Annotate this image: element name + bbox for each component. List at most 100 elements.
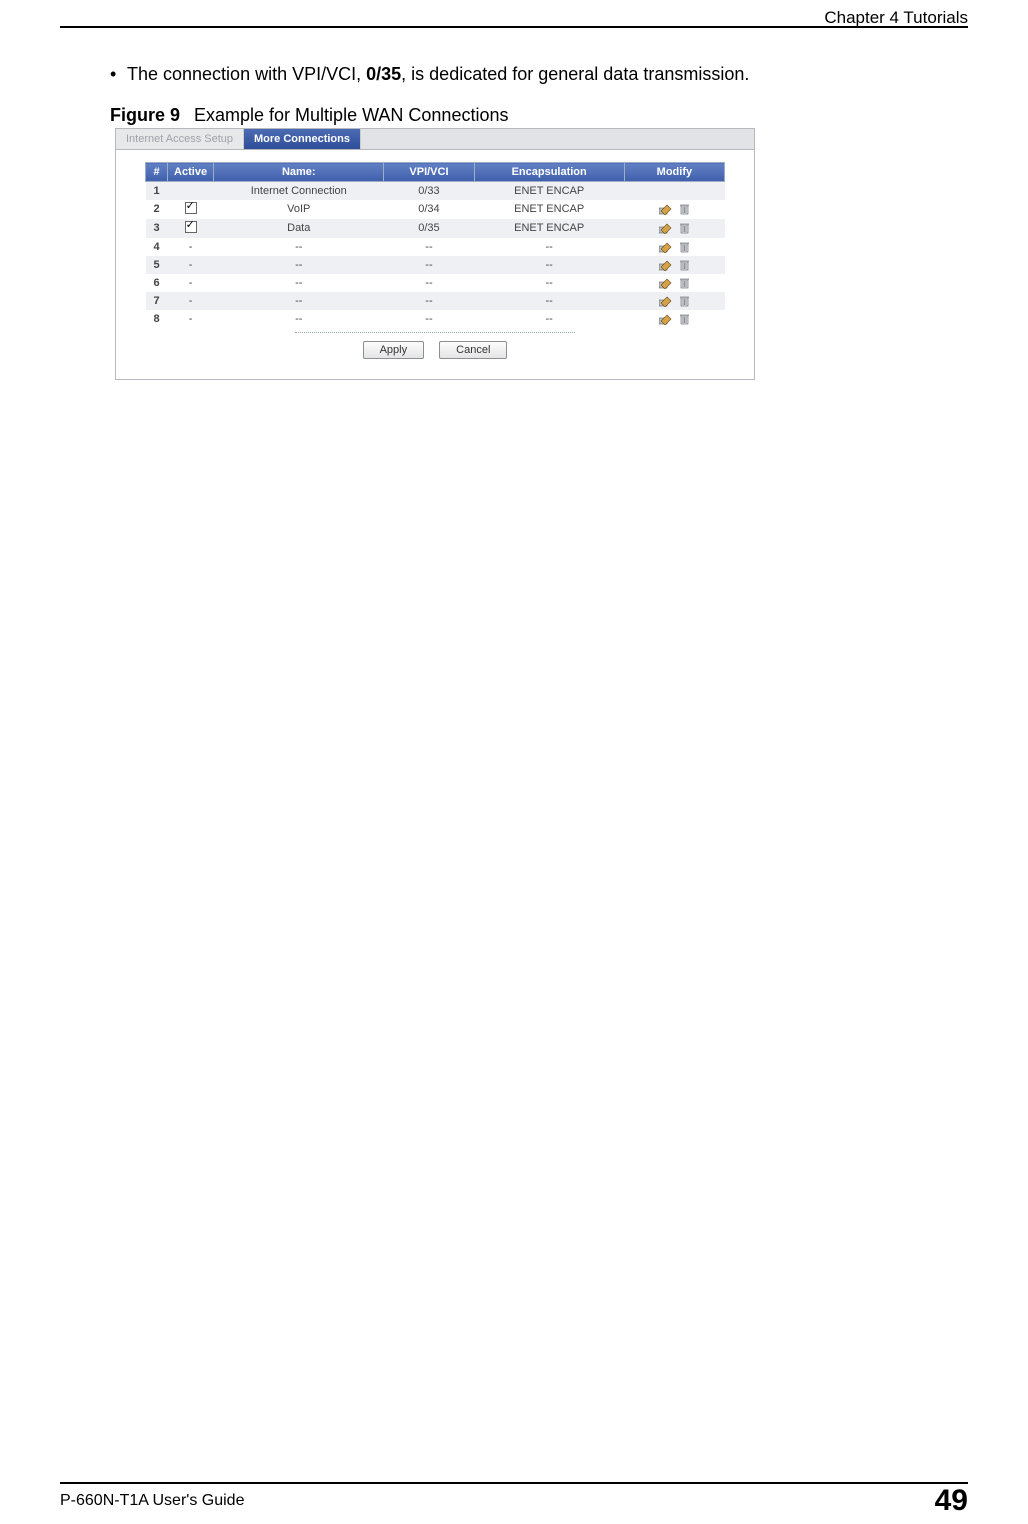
- cell-num: 6: [146, 274, 168, 292]
- cell-active: -: [168, 274, 214, 292]
- cell-encap: --: [474, 292, 624, 310]
- table-row: 4-------: [146, 238, 725, 256]
- trash-icon[interactable]: [679, 203, 690, 215]
- cell-num: 8: [146, 310, 168, 328]
- edit-icon[interactable]: [659, 222, 673, 234]
- edit-icon[interactable]: [659, 277, 673, 289]
- cell-encap: ENET ENCAP: [474, 200, 624, 219]
- table-row: 3 Data0/35ENET ENCAP: [146, 219, 725, 238]
- edit-icon[interactable]: [659, 241, 673, 253]
- th-active: Active: [168, 163, 214, 182]
- cell-vpivci: --: [384, 292, 474, 310]
- th-vpivci: VPI/VCI: [384, 163, 474, 182]
- cell-encap: --: [474, 238, 624, 256]
- cell-vpivci: 0/35: [384, 219, 474, 238]
- figure-label: Figure 9: [110, 105, 180, 125]
- cell-num: 4: [146, 238, 168, 256]
- table-row: 8-------: [146, 310, 725, 328]
- th-encap: Encapsulation: [474, 163, 624, 182]
- cell-name: --: [214, 238, 384, 256]
- table-row: 6-------: [146, 274, 725, 292]
- cell-vpivci: --: [384, 238, 474, 256]
- edit-icon[interactable]: [659, 203, 673, 215]
- cell-active: [168, 200, 214, 219]
- edit-icon[interactable]: [659, 259, 673, 271]
- cell-name: VoIP: [214, 200, 384, 219]
- trash-icon[interactable]: [679, 277, 690, 289]
- button-row: Apply Cancel: [126, 339, 744, 365]
- bullet-vpivci: 0/35: [366, 64, 401, 84]
- cell-modify: [624, 219, 724, 238]
- cell-encap: --: [474, 274, 624, 292]
- cell-modify: [624, 310, 724, 328]
- table-header-row: # Active Name: VPI/VCI Encapsulation Mod…: [146, 163, 725, 182]
- cell-encap: ENET ENCAP: [474, 182, 624, 200]
- tab-internet-access-setup[interactable]: Internet Access Setup: [116, 129, 244, 149]
- cell-vpivci: 0/33: [384, 182, 474, 200]
- cell-modify: [624, 274, 724, 292]
- cell-num: 3: [146, 219, 168, 238]
- cell-modify: [624, 256, 724, 274]
- cell-num: 1: [146, 182, 168, 200]
- divider-dotted: [295, 332, 575, 333]
- bullet-item: • The connection with VPI/VCI, 0/35, is …: [110, 64, 749, 85]
- cell-active: -: [168, 256, 214, 274]
- figure-title: Example for Multiple WAN Connections: [194, 105, 508, 125]
- figure-caption: Figure 9 Example for Multiple WAN Connect…: [110, 105, 508, 126]
- table-row: 2 VoIP0/34ENET ENCAP: [146, 200, 725, 219]
- bullet-pre: The connection with VPI/VCI,: [127, 64, 366, 84]
- bullet-dot: •: [110, 64, 116, 84]
- screenshot-wan-connections: Internet Access Setup More Connections #…: [115, 128, 755, 380]
- cell-modify: [624, 182, 724, 200]
- th-modify: Modify: [624, 163, 724, 182]
- th-num: #: [146, 163, 168, 182]
- cell-active: -: [168, 310, 214, 328]
- cell-name: Data: [214, 219, 384, 238]
- cell-name: --: [214, 274, 384, 292]
- edit-icon[interactable]: [659, 313, 673, 325]
- cell-vpivci: --: [384, 310, 474, 328]
- cell-vpivci: --: [384, 274, 474, 292]
- edit-icon[interactable]: [659, 295, 673, 307]
- cell-num: 2: [146, 200, 168, 219]
- cell-vpivci: --: [384, 256, 474, 274]
- cell-name: --: [214, 292, 384, 310]
- cell-modify: [624, 292, 724, 310]
- cell-num: 7: [146, 292, 168, 310]
- page-number: 49: [935, 1484, 968, 1518]
- trash-icon[interactable]: [679, 222, 690, 234]
- trash-icon[interactable]: [679, 313, 690, 325]
- cell-modify: [624, 200, 724, 219]
- cell-encap: --: [474, 310, 624, 328]
- cell-active: -: [168, 292, 214, 310]
- table-row: 5-------: [146, 256, 725, 274]
- chapter-header: Chapter 4 Tutorials: [824, 8, 968, 28]
- apply-button[interactable]: Apply: [363, 341, 425, 359]
- cell-name: --: [214, 310, 384, 328]
- tab-more-connections[interactable]: More Connections: [244, 129, 361, 149]
- connections-table: # Active Name: VPI/VCI Encapsulation Mod…: [145, 162, 725, 328]
- cell-name: Internet Connection: [214, 182, 384, 200]
- cell-name: --: [214, 256, 384, 274]
- table-row: 7-------: [146, 292, 725, 310]
- trash-icon[interactable]: [679, 259, 690, 271]
- active-checkbox[interactable]: [185, 202, 197, 214]
- cell-active: [168, 182, 214, 200]
- th-name: Name:: [214, 163, 384, 182]
- cell-encap: ENET ENCAP: [474, 219, 624, 238]
- cancel-button[interactable]: Cancel: [439, 341, 507, 359]
- active-checkbox[interactable]: [185, 221, 197, 233]
- tab-bar: Internet Access Setup More Connections: [116, 129, 754, 150]
- table-row: 1 Internet Connection0/33ENET ENCAP: [146, 182, 725, 200]
- cell-encap: --: [474, 256, 624, 274]
- cell-modify: [624, 238, 724, 256]
- trash-icon[interactable]: [679, 295, 690, 307]
- cell-num: 5: [146, 256, 168, 274]
- cell-active: [168, 219, 214, 238]
- cell-vpivci: 0/34: [384, 200, 474, 219]
- footer-guide-title: P-660N-T1A User's Guide: [60, 1492, 244, 1510]
- footer-rule: [60, 1482, 968, 1484]
- trash-icon[interactable]: [679, 241, 690, 253]
- bullet-post: , is dedicated for general data transmis…: [401, 64, 749, 84]
- cell-active: -: [168, 238, 214, 256]
